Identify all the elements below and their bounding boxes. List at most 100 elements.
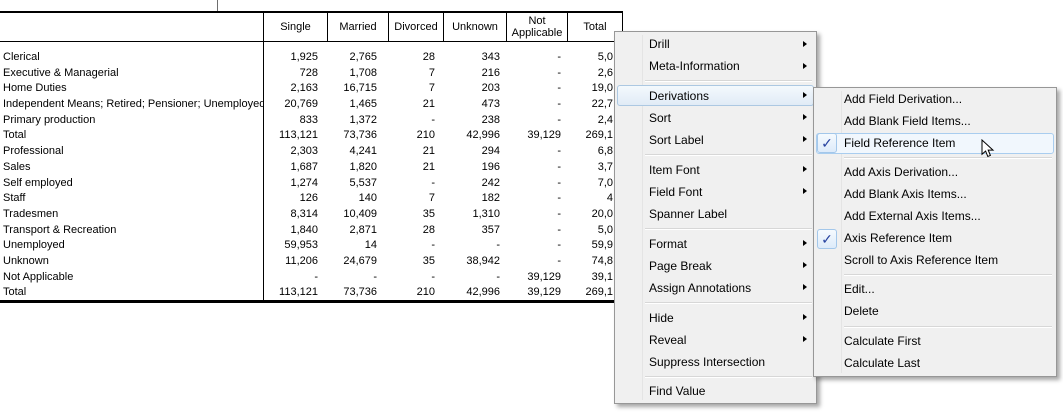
- column-header-married[interactable]: Married: [327, 13, 388, 41]
- menu-item-axis-reference-item[interactable]: ✓Axis Reference Item: [814, 228, 1056, 250]
- table-cell[interactable]: 22,7: [567, 97, 613, 113]
- menu-item-edit[interactable]: Edit...: [814, 279, 1056, 301]
- row-label[interactable]: Total: [0, 285, 263, 301]
- table-cell[interactable]: -: [506, 176, 567, 192]
- table-cell[interactable]: 473: [443, 97, 506, 113]
- table-cell[interactable]: 11,206: [263, 254, 327, 270]
- menu-item-format[interactable]: Format: [615, 233, 816, 255]
- table-cell[interactable]: 24,679: [327, 254, 388, 270]
- row-label[interactable]: Home Duties: [0, 81, 263, 97]
- menu-item-sort-label[interactable]: Sort Label: [615, 129, 816, 151]
- table-cell[interactable]: -: [506, 223, 567, 239]
- menu-item-derivations[interactable]: Derivations: [615, 85, 816, 107]
- table-cell[interactable]: 14: [327, 238, 388, 254]
- menu-item-sort[interactable]: Sort: [615, 107, 816, 129]
- table-cell[interactable]: 126: [263, 191, 327, 207]
- table-cell[interactable]: 10,409: [327, 207, 388, 223]
- table-cell[interactable]: 28: [388, 50, 443, 66]
- table-cell[interactable]: 42,996: [443, 128, 506, 144]
- table-cell[interactable]: 7: [388, 81, 443, 97]
- menu-item-add-blank-field-items[interactable]: Add Blank Field Items...: [814, 111, 1056, 133]
- table-cell[interactable]: 140: [327, 191, 388, 207]
- table-cell[interactable]: 4,241: [327, 144, 388, 160]
- table-cell[interactable]: -: [443, 270, 506, 286]
- table-cell[interactable]: 4: [567, 191, 613, 207]
- menu-item-assign-annotations[interactable]: Assign Annotations: [615, 277, 816, 299]
- menu-item-field-font[interactable]: Field Font: [615, 181, 816, 203]
- row-label[interactable]: Primary production: [0, 113, 263, 129]
- table-cell[interactable]: 59,9: [567, 238, 613, 254]
- menu-item-field-reference-item[interactable]: ✓Field Reference Item: [814, 133, 1056, 155]
- table-cell[interactable]: -: [506, 254, 567, 270]
- row-label[interactable]: Tradesmen: [0, 207, 263, 223]
- table-cell[interactable]: 203: [443, 81, 506, 97]
- table-cell[interactable]: 357: [443, 223, 506, 239]
- table-cell[interactable]: 2,303: [263, 144, 327, 160]
- table-cell[interactable]: 42,996: [443, 285, 506, 301]
- menu-item-scroll-to-axis-reference-item[interactable]: Scroll to Axis Reference Item: [814, 250, 1056, 272]
- table-cell[interactable]: 20,769: [263, 97, 327, 113]
- menu-item-add-external-axis-items[interactable]: Add External Axis Items...: [814, 206, 1056, 228]
- table-cell[interactable]: -: [388, 176, 443, 192]
- table-cell[interactable]: 238: [443, 113, 506, 129]
- column-header-single[interactable]: Single: [263, 13, 327, 41]
- table-cell[interactable]: 343: [443, 50, 506, 66]
- table-cell[interactable]: 242: [443, 176, 506, 192]
- menu-item-add-field-derivation[interactable]: Add Field Derivation...: [814, 89, 1056, 111]
- table-cell[interactable]: 59,953: [263, 238, 327, 254]
- menu-item-meta-information[interactable]: Meta-Information: [615, 55, 816, 77]
- row-label[interactable]: Clerical: [0, 50, 263, 66]
- row-label[interactable]: Unknown: [0, 254, 263, 270]
- table-cell[interactable]: 210: [388, 128, 443, 144]
- table-cell[interactable]: 210: [388, 285, 443, 301]
- table-cell[interactable]: 833: [263, 113, 327, 129]
- table-cell[interactable]: 21: [388, 144, 443, 160]
- table-cell[interactable]: -: [388, 238, 443, 254]
- table-cell[interactable]: -: [506, 113, 567, 129]
- table-cell[interactable]: 1,840: [263, 223, 327, 239]
- column-header-unknown[interactable]: Unknown: [443, 13, 506, 41]
- table-cell[interactable]: 39,1: [567, 270, 613, 286]
- table-cell[interactable]: 216: [443, 66, 506, 82]
- table-cell[interactable]: -: [327, 270, 388, 286]
- table-cell[interactable]: -: [263, 270, 327, 286]
- menu-item-delete[interactable]: Delete: [814, 301, 1056, 323]
- table-cell[interactable]: 1,820: [327, 160, 388, 176]
- table-cell[interactable]: 6,8: [567, 144, 613, 160]
- table-cell[interactable]: 2,871: [327, 223, 388, 239]
- table-cell[interactable]: 1,372: [327, 113, 388, 129]
- table-cell[interactable]: 7,0: [567, 176, 613, 192]
- table-cell[interactable]: -: [506, 66, 567, 82]
- table-cell[interactable]: 21: [388, 97, 443, 113]
- menu-item-page-break[interactable]: Page Break: [615, 255, 816, 277]
- table-cell[interactable]: 16,715: [327, 81, 388, 97]
- table-cell[interactable]: 39,129: [506, 270, 567, 286]
- table-cell[interactable]: 74,8: [567, 254, 613, 270]
- table-cell[interactable]: -: [506, 97, 567, 113]
- menu-item-find-value[interactable]: Find Value: [615, 380, 816, 402]
- table-cell[interactable]: 73,736: [327, 285, 388, 301]
- table-cell[interactable]: 39,129: [506, 128, 567, 144]
- menu-item-reveal[interactable]: Reveal: [615, 329, 816, 351]
- menu-item-hide[interactable]: Hide: [615, 307, 816, 329]
- table-cell[interactable]: 7: [388, 191, 443, 207]
- table-cell[interactable]: 269,1: [567, 128, 613, 144]
- table-cell[interactable]: 2,163: [263, 81, 327, 97]
- row-label[interactable]: Sales: [0, 160, 263, 176]
- menu-item-calculate-first[interactable]: Calculate First: [814, 331, 1056, 353]
- table-cell[interactable]: 113,121: [263, 285, 327, 301]
- table-cell[interactable]: 35: [388, 207, 443, 223]
- menu-item-suppress-intersection[interactable]: Suppress Intersection: [615, 351, 816, 373]
- menu-item-item-font[interactable]: Item Font: [615, 159, 816, 181]
- table-cell[interactable]: -: [506, 50, 567, 66]
- table-cell[interactable]: 5,537: [327, 176, 388, 192]
- column-header-divorced[interactable]: Divorced: [388, 13, 443, 41]
- row-label[interactable]: Professional: [0, 144, 263, 160]
- table-cell[interactable]: -: [506, 160, 567, 176]
- table-cell[interactable]: 2,4: [567, 113, 613, 129]
- table-cell[interactable]: -: [506, 207, 567, 223]
- table-cell[interactable]: 1,310: [443, 207, 506, 223]
- table-cell[interactable]: 7: [388, 66, 443, 82]
- table-cell[interactable]: 8,314: [263, 207, 327, 223]
- table-cell[interactable]: 294: [443, 144, 506, 160]
